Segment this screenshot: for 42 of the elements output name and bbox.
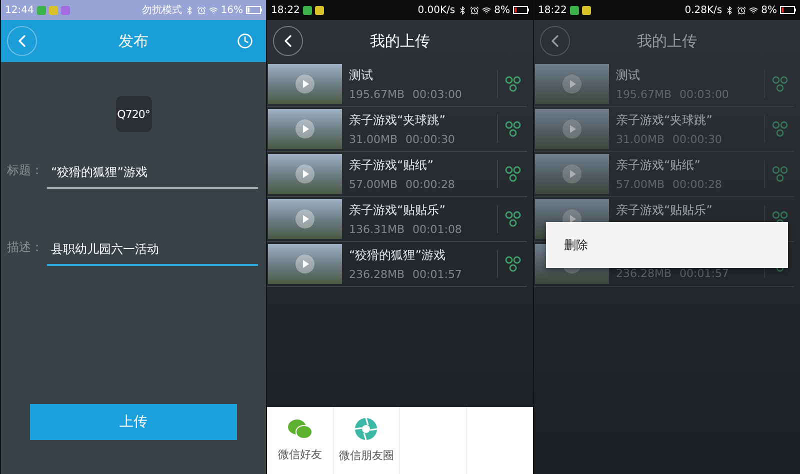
field-label: 标题： [7,162,44,179]
battery-percent: 8% [761,4,777,16]
video-duration: 00:01:08 [412,223,462,236]
video-duration: 00:03:00 [412,88,462,101]
video-title: 测试 [349,67,374,84]
video-size: 236.28MB [349,268,405,281]
screen-title: 我的上传 [369,32,431,50]
video-size: 31.00MB [349,133,398,146]
video-size: 195.67MB [349,88,405,101]
video-title: 亲子游戏“贴贴乐” [616,202,714,219]
video-duration: 00:03:00 [680,88,729,101]
status-time: 12:44 [5,4,34,16]
network-speed: 0.28K/s [684,4,722,16]
video-title: 亲子游戏“夹球跳” [616,112,714,129]
status-time: 18:22 [538,4,567,16]
video-size: 57.00MB [349,178,398,191]
video-duration: 00:00:28 [672,178,722,191]
video-duration: 00:00:30 [672,133,722,146]
video-title: 亲子游戏“贴纸” [349,157,434,174]
video-title: 测试 [616,67,641,84]
network-speed: 0.00K/s [418,4,456,16]
battery-percent: 8% [494,4,510,16]
video-size: 31.00MB [616,133,665,146]
battery-percent: 16% [220,4,243,16]
video-title: 亲子游戏“贴纸” [616,157,702,174]
video-size: 236.28MB [616,266,672,280]
screen-title: 我的上传 [636,32,698,50]
video-size: 136.31MB [349,223,405,236]
video-size: 195.67MB [616,88,672,101]
video-title: “狡猾的狐狸”游戏 [349,247,446,264]
video-duration: 00:00:28 [406,178,455,191]
status-time: 18:22 [271,4,300,16]
video-title: 亲子游戏“贴贴乐” [349,202,446,219]
video-size: 57.00MB [616,178,665,191]
field-label: 描述： [7,239,44,256]
screen-title: 发布 [118,32,150,50]
video-duration: 00:01:57 [680,266,729,280]
video-title: 亲子游戏“夹球跳” [349,112,446,129]
video-duration: 00:00:30 [406,133,455,146]
status-mode-text: 勿扰模式 [142,4,182,17]
video-duration: 00:01:57 [412,268,462,281]
app-logo: Q720° [116,96,152,132]
